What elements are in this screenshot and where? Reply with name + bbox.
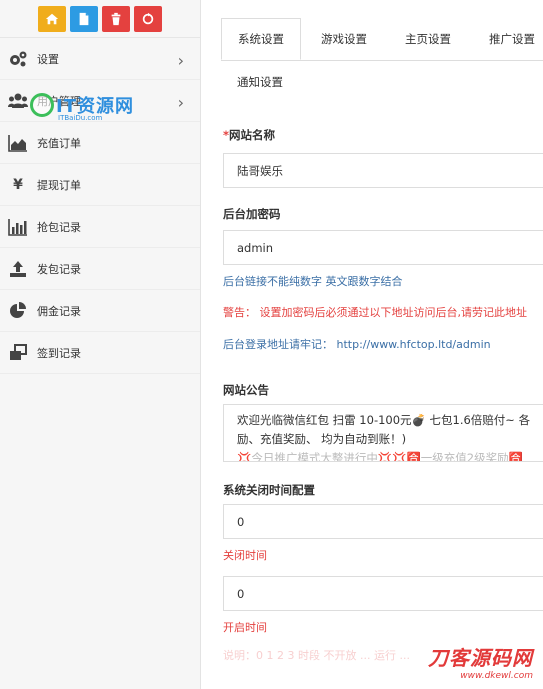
tab-notification-settings[interactable]: 通知设置 (221, 61, 299, 103)
notice-line-1: 欢迎光临微信红包 扫雷 10-100元💣 七包1.6倍赔付~ 各 (237, 413, 531, 427)
tab-label: 主页设置 (405, 32, 451, 46)
open-time-input[interactable]: 0 (223, 576, 543, 611)
admin-password-hint: 后台链接不能纯数字 英文跟数字结合 (223, 275, 403, 288)
admin-password-label: 后台加密码 (223, 207, 281, 221)
users-icon (6, 91, 30, 111)
sidebar-item-withdraw-orders[interactable]: ¥ 提现订单 (0, 164, 200, 206)
warning-text: 警告： 设置加密码后必须通过以下地址访问后台,请劳记此地址 (223, 306, 527, 319)
watermark-big: 刀客源码网 (428, 646, 533, 670)
tab-promotion-settings[interactable]: 推广设置 (473, 18, 543, 60)
sidebar-item-label: 抢包记录 (37, 220, 81, 234)
tab-system-settings[interactable]: 系统设置 (221, 18, 301, 60)
notice-line-2: 励、充值奖励、 均为自动到账！) (237, 432, 407, 446)
yen-icon: ¥ (13, 176, 23, 193)
close-time-config-label: 系统关闭时间配置 (223, 483, 315, 497)
close-time-label: 关闭时间 (223, 549, 267, 562)
recycle-icon (142, 12, 154, 24)
delete-button[interactable] (102, 5, 130, 32)
sidebar-item-label: 用户管理 (37, 94, 81, 108)
sidebar-item-label: 佣金记录 (37, 304, 81, 318)
tab-label: 通知设置 (237, 75, 283, 89)
tab-game-settings[interactable]: 游戏设置 (305, 18, 383, 60)
bar-chart-icon (6, 217, 30, 237)
sidebar-item-label: 设置 (37, 52, 59, 66)
sidebar-item-users[interactable]: 用户管理 › (0, 80, 200, 122)
tab-homepage-settings[interactable]: 主页设置 (389, 18, 467, 60)
notice-line-3: 💢今日推广模式大整进行中💢💢🈴一级充值2级奖励🈴 (237, 451, 523, 462)
chevron-right-icon: › (177, 51, 184, 70)
close-time-input[interactable]: 0 (223, 504, 543, 539)
open-time-label: 开启时间 (223, 621, 267, 634)
tab-label: 推广设置 (489, 32, 535, 46)
trash-icon (111, 12, 121, 25)
home-button[interactable] (38, 5, 66, 32)
admin-url-text: 后台登录地址请牢记： http://www.hfctop.ltd/admin (223, 338, 491, 351)
sidebar-toolbar (0, 0, 200, 38)
gears-icon (6, 49, 30, 69)
notice-textarea[interactable]: 欢迎光临微信红包 扫雷 10-100元💣 七包1.6倍赔付~ 各 励、充值奖励、… (223, 404, 543, 462)
sidebar-item-settings[interactable]: 设置 › (0, 38, 200, 80)
file-button[interactable] (70, 5, 98, 32)
main-content: 系统设置 游戏设置 主页设置 推广设置 通知设置 *网站名称 陆哥娱乐 后台加密… (201, 0, 543, 689)
sidebar: 设置 › 用户管理 › 充值订单 ¥ 提现订单 抢包记录 发包记录 佣金记录 签… (0, 0, 201, 689)
sidebar-item-label: 充值订单 (37, 136, 81, 150)
windows-icon (6, 343, 30, 363)
sidebar-item-label: 发包记录 (37, 262, 81, 276)
area-chart-icon (6, 133, 30, 153)
sidebar-item-checkin-records[interactable]: 签到记录 (0, 332, 200, 374)
notice-label: 网站公告 (223, 383, 269, 397)
tab-label: 游戏设置 (321, 32, 367, 46)
sidebar-item-commission-records[interactable]: 佣金记录 (0, 290, 200, 332)
site-name-label: *网站名称 (223, 127, 275, 143)
sidebar-item-send-records[interactable]: 发包记录 (0, 248, 200, 290)
chevron-right-icon: › (177, 93, 184, 112)
settings-tabs: 系统设置 游戏设置 主页设置 推广设置 通知设置 (221, 18, 543, 102)
dkewl-watermark: 刀客源码网 www.dkewl.com (428, 642, 533, 681)
sidebar-item-label: 签到记录 (37, 346, 81, 360)
upload-icon (6, 259, 30, 279)
watermark-small: www.dkewl.com (460, 671, 533, 681)
site-name-label-text: 网站名称 (229, 128, 276, 142)
site-name-input[interactable]: 陆哥娱乐 (223, 153, 543, 188)
sidebar-item-label: 提现订单 (37, 178, 81, 192)
file-icon (79, 12, 89, 25)
home-icon (45, 13, 59, 24)
tab-label: 系统设置 (238, 32, 284, 46)
sidebar-item-recharge-orders[interactable]: 充值订单 (0, 122, 200, 164)
recycle-button[interactable] (134, 5, 162, 32)
pie-chart-icon (6, 301, 30, 321)
cut-off-text: 说明：0 1 2 3 时段 不开放 ... 运行 ... (223, 649, 410, 662)
sidebar-item-grab-records[interactable]: 抢包记录 (0, 206, 200, 248)
admin-password-input[interactable]: admin (223, 230, 543, 265)
